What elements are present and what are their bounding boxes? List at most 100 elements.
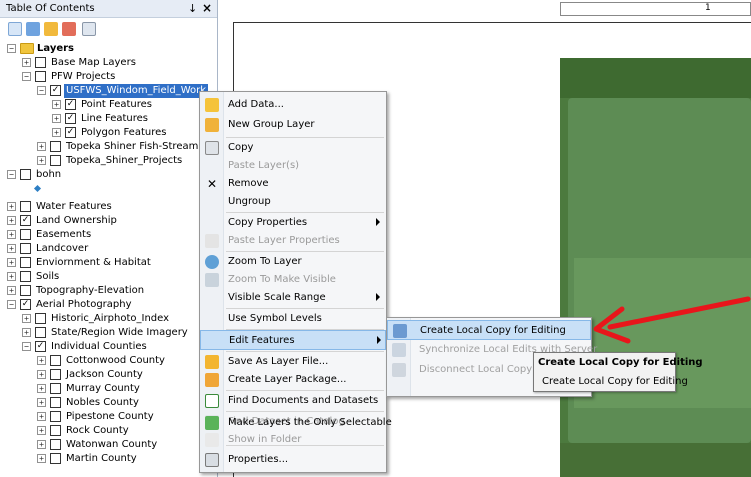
collapse-icon[interactable]: − xyxy=(7,44,16,53)
visibility-checkbox[interactable] xyxy=(50,369,61,380)
expand-icon[interactable]: + xyxy=(7,258,16,267)
collapse-icon[interactable]: − xyxy=(22,342,31,351)
visibility-checkbox[interactable] xyxy=(20,169,31,180)
expand-icon[interactable]: + xyxy=(22,328,31,337)
arrow-shaft xyxy=(607,296,751,330)
visibility-checkbox[interactable] xyxy=(20,229,31,240)
toc-toolbar xyxy=(0,20,217,40)
visibility-checkbox[interactable] xyxy=(50,453,61,464)
menu-item-zoom-to-make-visible[interactable]: Zoom To Make Visible xyxy=(200,270,386,290)
menu-item-save-as-layer-file[interactable]: Save As Layer File... xyxy=(200,352,386,372)
expand-icon[interactable]: + xyxy=(37,142,46,151)
visibility-checkbox[interactable]: ✓ xyxy=(65,99,76,110)
expand-icon[interactable]: + xyxy=(7,216,16,225)
visibility-checkbox[interactable]: ✓ xyxy=(50,85,61,96)
visibility-checkbox[interactable] xyxy=(20,201,31,212)
collapse-icon[interactable]: − xyxy=(22,72,31,81)
list-by-selection-icon[interactable] xyxy=(62,22,76,36)
visibility-checkbox[interactable] xyxy=(50,383,61,394)
menu-item-use-symbol-levels[interactable]: Use Symbol Levels xyxy=(200,309,386,329)
menu-item-edit-features[interactable]: Edit Features xyxy=(200,330,386,350)
visibility-checkbox[interactable] xyxy=(20,243,31,254)
expand-icon[interactable]: + xyxy=(52,128,61,137)
expand-icon[interactable]: + xyxy=(37,412,46,421)
visibility-checkbox[interactable] xyxy=(35,57,46,68)
menu-item-properties[interactable]: Properties... xyxy=(200,450,386,470)
group-layer-icon xyxy=(205,118,219,132)
menu-item-visible-scale-range[interactable]: Visible Scale Range xyxy=(200,288,386,308)
expand-icon[interactable]: + xyxy=(37,440,46,449)
menu-item-show-in-folder[interactable]: Show in Folder xyxy=(200,430,386,450)
visibility-checkbox[interactable]: ✓ xyxy=(35,341,46,352)
expand-icon[interactable]: + xyxy=(7,244,16,253)
visibility-checkbox[interactable] xyxy=(50,411,61,422)
tree-label: Watonwan County xyxy=(66,439,158,450)
expand-icon[interactable]: + xyxy=(37,156,46,165)
menu-item-ungroup[interactable]: Ungroup xyxy=(200,192,386,212)
expand-icon[interactable]: + xyxy=(7,272,16,281)
list-by-visibility-icon[interactable] xyxy=(44,22,58,36)
options-icon[interactable] xyxy=(82,22,96,36)
aerial-imagery[interactable] xyxy=(560,58,751,477)
menu-item-label: Copy Properties xyxy=(228,217,308,228)
menu-item-copy-properties[interactable]: Copy Properties xyxy=(200,213,386,233)
menu-item-label: Make Layers the Only Selectable xyxy=(228,417,392,428)
expand-icon[interactable]: + xyxy=(7,202,16,211)
visibility-checkbox[interactable] xyxy=(35,327,46,338)
visibility-checkbox[interactable] xyxy=(50,439,61,450)
toc-title: Table Of Contents xyxy=(6,3,95,14)
visibility-checkbox[interactable] xyxy=(50,141,61,152)
menu-item-add-data[interactable]: Add Data... xyxy=(200,95,386,115)
visibility-checkbox[interactable] xyxy=(20,257,31,268)
expand-icon[interactable]: + xyxy=(37,356,46,365)
visibility-checkbox[interactable] xyxy=(20,285,31,296)
expand-icon[interactable]: + xyxy=(22,58,31,67)
zoom-visible-icon xyxy=(205,273,219,287)
visibility-checkbox[interactable] xyxy=(35,71,46,82)
menu-item-copy[interactable]: Copy xyxy=(200,138,386,158)
menu-item-label: Zoom To Layer xyxy=(228,256,302,267)
expand-icon[interactable]: + xyxy=(37,454,46,463)
visibility-checkbox[interactable]: ✓ xyxy=(65,127,76,138)
visibility-checkbox[interactable]: ✓ xyxy=(20,299,31,310)
submenu-item-create-local-copy[interactable]: Create Local Copy for Editing xyxy=(387,320,591,340)
menu-item-label: Save As Layer File... xyxy=(228,356,329,367)
list-by-drawing-order-icon[interactable] xyxy=(8,22,22,36)
visibility-checkbox[interactable]: ✓ xyxy=(20,215,31,226)
expand-icon[interactable]: + xyxy=(52,114,61,123)
visibility-checkbox[interactable] xyxy=(20,271,31,282)
menu-item-find-documents[interactable]: Find Documents and Datasets xyxy=(200,391,386,411)
menu-item-paste-layer-properties[interactable]: Paste Layer Properties xyxy=(200,231,386,251)
expand-icon[interactable]: + xyxy=(7,230,16,239)
collapse-icon[interactable]: − xyxy=(37,86,46,95)
menu-item-remove[interactable]: ✕ Remove xyxy=(200,174,386,194)
menu-item-new-group-layer[interactable]: New Group Layer xyxy=(200,115,386,135)
pin-icon[interactable]: ↓ xyxy=(188,2,197,15)
collapse-icon[interactable]: − xyxy=(7,300,16,309)
expand-icon[interactable]: + xyxy=(37,370,46,379)
collapse-icon[interactable]: − xyxy=(7,170,16,179)
menu-item-make-only-selectable[interactable]: Make Layers the Only Selectable xyxy=(200,413,392,433)
visibility-checkbox[interactable] xyxy=(35,313,46,324)
submenu-arrow-icon xyxy=(376,218,380,226)
menu-item-zoom-to-layer[interactable]: Zoom To Layer xyxy=(200,252,386,272)
layer-file-icon xyxy=(205,355,219,369)
visibility-checkbox[interactable]: ✓ xyxy=(65,113,76,124)
expand-icon[interactable]: + xyxy=(37,398,46,407)
visibility-checkbox[interactable] xyxy=(50,425,61,436)
expand-icon[interactable]: + xyxy=(22,314,31,323)
tree-label: Jackson County xyxy=(66,369,143,380)
expand-icon[interactable]: + xyxy=(7,286,16,295)
visibility-checkbox[interactable] xyxy=(50,355,61,366)
expand-icon[interactable]: + xyxy=(37,426,46,435)
tree-label: Soils xyxy=(36,271,60,282)
menu-item-create-layer-package[interactable]: Create Layer Package... xyxy=(200,370,386,390)
expand-icon[interactable]: + xyxy=(52,100,61,109)
ruler-label: 1 xyxy=(705,3,711,13)
list-by-source-icon[interactable] xyxy=(26,22,40,36)
expand-icon[interactable]: + xyxy=(37,384,46,393)
visibility-checkbox[interactable] xyxy=(50,155,61,166)
visibility-checkbox[interactable] xyxy=(50,397,61,408)
menu-item-paste-layers[interactable]: Paste Layer(s) xyxy=(200,156,386,176)
close-icon[interactable]: × xyxy=(202,1,212,15)
